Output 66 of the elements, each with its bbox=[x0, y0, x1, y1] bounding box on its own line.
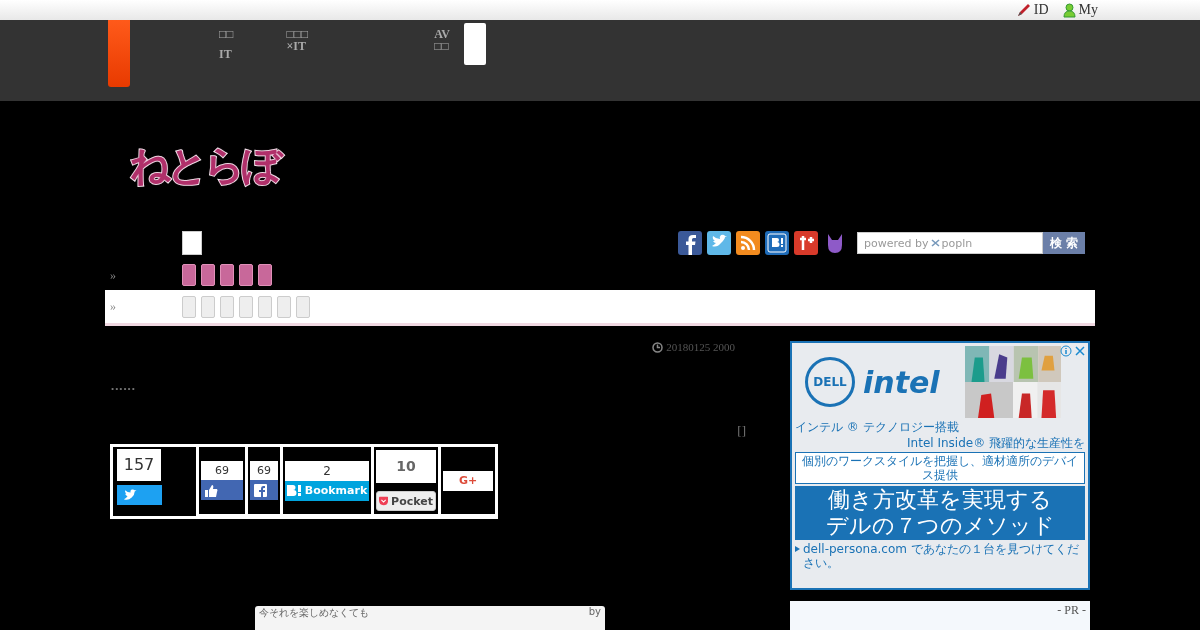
category-tab[interactable] bbox=[182, 264, 196, 286]
ad-headline: 働き方改革を実現する デルの７つのメソッド bbox=[795, 486, 1085, 540]
twitter-icon[interactable] bbox=[707, 231, 731, 255]
pocket-icon bbox=[379, 495, 389, 507]
embed-byline: by bbox=[588, 606, 601, 619]
thumbs-up-icon bbox=[205, 483, 218, 497]
pencil-icon bbox=[1016, 3, 1031, 17]
facebook-share-button[interactable] bbox=[250, 480, 278, 500]
rss-icon[interactable] bbox=[736, 231, 760, 255]
pr-label: - PR - bbox=[790, 601, 1090, 630]
google-plus-button[interactable]: G+ bbox=[443, 470, 493, 491]
breadcrumb-marker: » bbox=[109, 267, 117, 283]
nav-link[interactable]: □□ IT bbox=[219, 20, 234, 101]
share-count: 2 bbox=[285, 460, 369, 481]
breadcrumb-marker: » bbox=[109, 299, 117, 314]
ad-banner[interactable]: DELL intel インテル ® テクノロジー搭載 Intel Inside® 飛躍的な生産性を 個別のワークスタイルを把握し、適材適所のデバイス提供 働き方改革を実現する デルの７つのメソッド dell-persona.com であなたの１台を見つけてください。 bbox=[790, 341, 1090, 590]
category-tab[interactable] bbox=[239, 264, 253, 286]
bookmark-button[interactable]: Bookmark bbox=[285, 480, 369, 501]
plus-icon[interactable] bbox=[794, 231, 818, 255]
like-button[interactable] bbox=[201, 480, 243, 500]
timestamp: 20180125 2000 bbox=[652, 341, 735, 353]
cross-icon bbox=[930, 239, 940, 247]
person-icon bbox=[1062, 2, 1076, 18]
share-count: 10 bbox=[376, 450, 436, 483]
tag-chip[interactable] bbox=[239, 295, 253, 318]
share-count: 157 bbox=[117, 449, 161, 481]
top-link[interactable]: ID bbox=[1016, 2, 1049, 18]
pocket-button[interactable]: Pocket bbox=[376, 491, 436, 511]
bookmark-b-icon bbox=[286, 485, 303, 496]
triangle-icon bbox=[795, 546, 800, 552]
ad-logo: intel bbox=[863, 364, 940, 400]
nav-box bbox=[464, 23, 487, 65]
nav-link[interactable]: □□□ ×IT bbox=[286, 20, 309, 101]
share-count: 69 bbox=[250, 461, 278, 480]
ad-link[interactable]: dell-persona.com であなたの１台を見つけてください。 bbox=[803, 542, 1085, 570]
tag-chip[interactable] bbox=[220, 295, 234, 318]
bird-icon bbox=[123, 489, 138, 501]
tag-chip[interactable] bbox=[296, 295, 310, 318]
close-icon[interactable] bbox=[1074, 345, 1086, 357]
category-tab[interactable] bbox=[201, 264, 215, 286]
category-tab[interactable] bbox=[220, 264, 234, 286]
search-field[interactable]: powered by popln bbox=[857, 232, 1043, 254]
embed-title: 今それを楽しめなくても bbox=[259, 606, 369, 620]
bullet-dots: •••••• bbox=[111, 384, 136, 394]
menu-box bbox=[182, 231, 202, 255]
nav-link[interactable]: AV □□ bbox=[434, 20, 451, 101]
info-icon[interactable] bbox=[1060, 345, 1072, 357]
top-link[interactable]: My bbox=[1062, 2, 1098, 18]
share-count: 69 bbox=[201, 461, 243, 480]
tag-chip[interactable] bbox=[258, 295, 272, 318]
bracket-text: [] bbox=[737, 423, 746, 439]
ad-tagline: インテル ® テクノロジー搭載 bbox=[795, 420, 960, 434]
ad-tagline: Intel Inside® 飛躍的な生産性を bbox=[907, 436, 1085, 450]
bookmark-b-icon[interactable] bbox=[765, 231, 789, 255]
tag-chip[interactable] bbox=[201, 295, 215, 318]
search-button[interactable]: 検 索 bbox=[1043, 232, 1085, 254]
tweet-button[interactable] bbox=[117, 485, 162, 505]
facebook-icon[interactable] bbox=[678, 231, 702, 255]
category-tab[interactable] bbox=[258, 264, 272, 286]
ad-logo: DELL bbox=[805, 357, 855, 407]
tag-chip[interactable] bbox=[182, 295, 196, 318]
facebook-icon bbox=[254, 483, 267, 497]
tag-chip[interactable] bbox=[277, 295, 291, 318]
clock-icon bbox=[652, 341, 664, 353]
ad-subhead: 個別のワークスタイルを把握し、適材適所のデバイス提供 bbox=[795, 452, 1085, 484]
site-logo[interactable]: ねとらぼ bbox=[130, 139, 1095, 191]
